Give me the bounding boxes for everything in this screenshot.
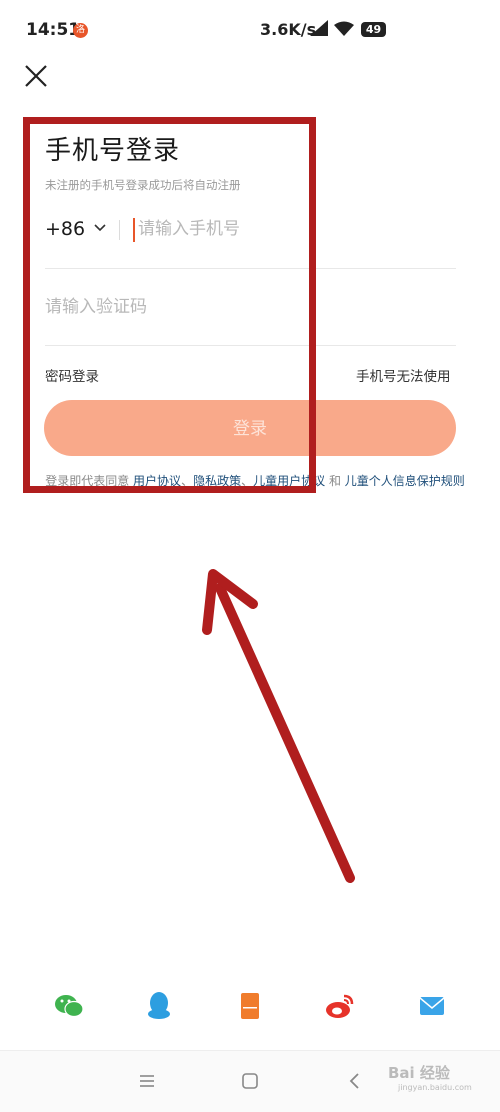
- annotation-box: [23, 117, 316, 493]
- phone-icon[interactable]: [234, 990, 266, 1022]
- phone-unavailable-link[interactable]: 手机号无法使用: [356, 365, 451, 385]
- status-bar: 14:51 洛 3.6K/s 49: [0, 0, 500, 58]
- battery-icon: 49: [361, 22, 386, 37]
- home-icon[interactable]: [240, 1071, 260, 1091]
- agreement-and: 和: [325, 474, 345, 488]
- qq-icon[interactable]: [143, 990, 175, 1022]
- signal-icon: [310, 20, 328, 36]
- email-icon[interactable]: [416, 990, 448, 1022]
- watermark-brand: Bai 经验: [388, 1064, 450, 1082]
- wechat-icon[interactable]: [53, 990, 85, 1022]
- children-privacy-link[interactable]: 儿童个人信息保护规则: [345, 474, 465, 488]
- watermark-url: jingyan.baidu.com: [398, 1083, 472, 1092]
- close-icon[interactable]: [22, 62, 50, 90]
- wifi-icon: [334, 21, 354, 36]
- annotation-arrow: [202, 569, 355, 883]
- back-icon[interactable]: [345, 1071, 365, 1091]
- network-speed: 3.6K/s: [260, 20, 317, 39]
- clock: 14:51: [26, 20, 81, 40]
- notification-badge: 洛: [73, 23, 88, 38]
- menu-icon[interactable]: [137, 1071, 157, 1091]
- weibo-icon[interactable]: [324, 990, 356, 1022]
